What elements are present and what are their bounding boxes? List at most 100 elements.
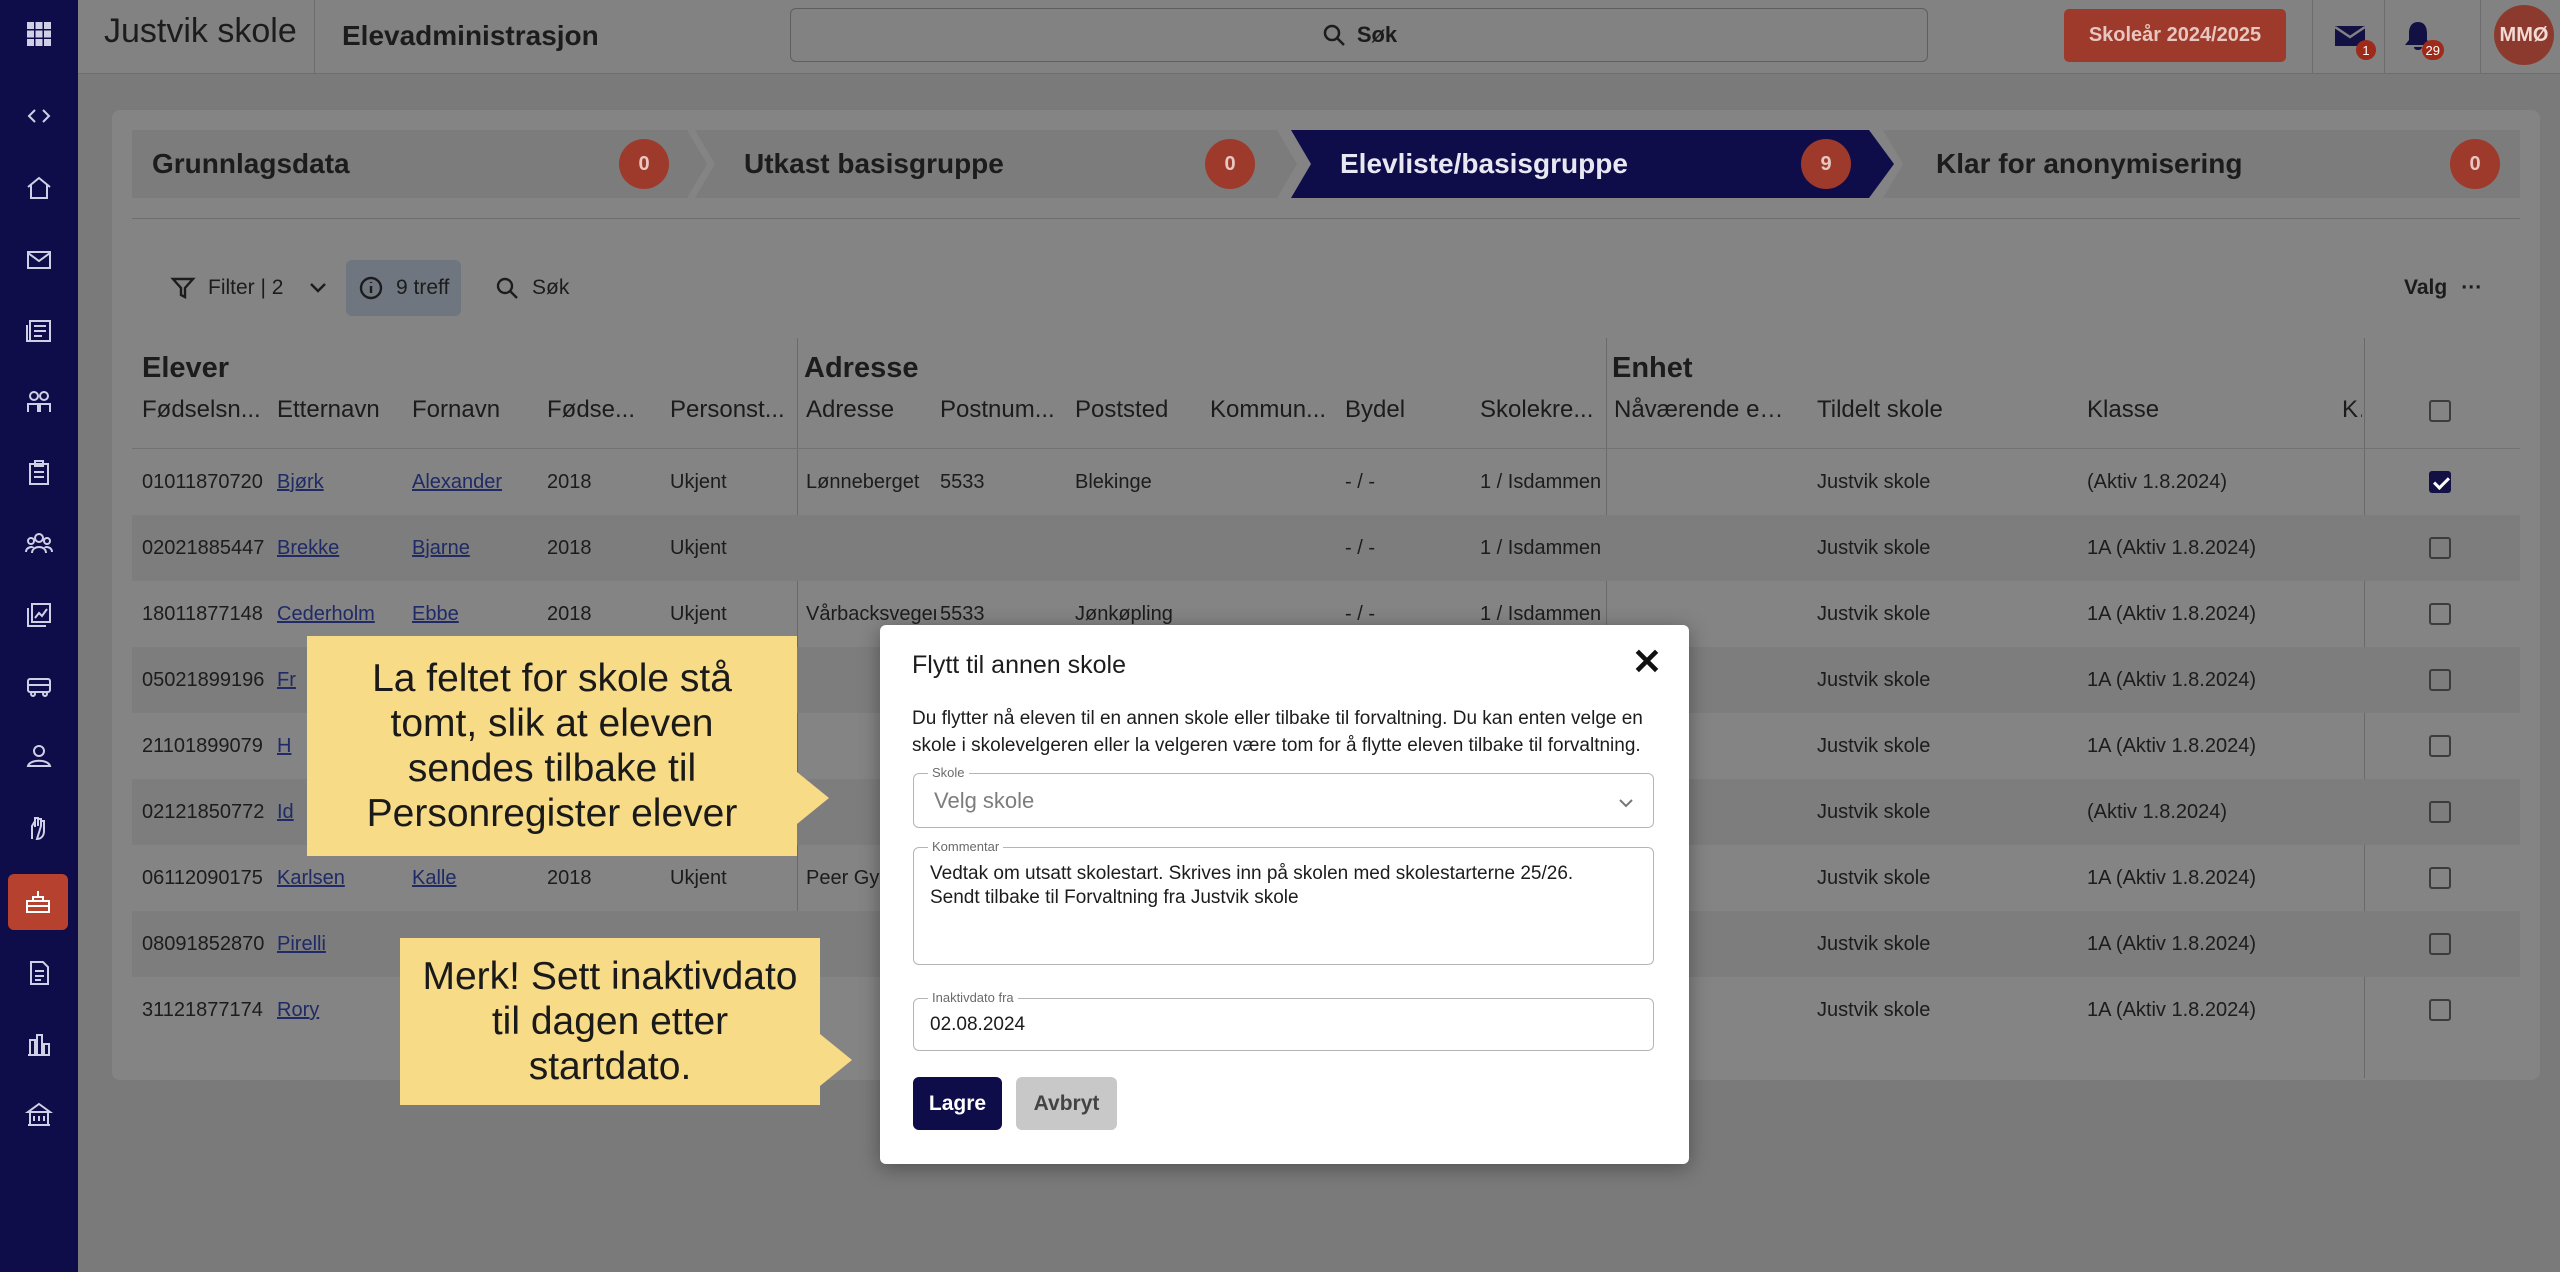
column-header[interactable]: Adresse [806,396,926,424]
cell-bydel: - / - [1345,471,1375,493]
document-icon[interactable] [19,953,59,993]
row-checkbox[interactable] [2429,933,2451,955]
cancel-button[interactable]: Avbryt [1016,1077,1117,1130]
step-grunnlagsdata[interactable]: Grunnlagsdata 0 [132,130,692,198]
dialog-title: Flytt til annen skole [912,651,1126,679]
row-checkbox[interactable] [2429,471,2451,493]
step-utkast-basisgruppe[interactable]: Utkast basisgruppe 0 [707,130,1287,198]
row-checkbox[interactable] [2429,537,2451,559]
column-header[interactable]: Skolekre... [1480,396,1600,424]
cell-etternavn[interactable]: Bjørk [277,449,402,515]
newspaper-icon[interactable] [19,311,59,351]
callout-text: La feltet for skole stå tomt, slik at el… [366,657,738,835]
comment-textarea[interactable]: Kommentar Vedtak om utsatt skolestart. S… [913,839,1654,965]
column-header[interactable]: Poststed [1075,396,1195,424]
callout-pointer [797,772,829,824]
grid-icon[interactable] [19,14,59,54]
cell-tildelt: Justvik skole [1817,537,1931,559]
table-row[interactable]: 01011870720 Bjørk Alexander 2018 Ukjent Lønne… [132,449,2520,515]
step-elevliste-basisgruppe[interactable]: Elevliste/basisgruppe 9 [1303,130,1883,198]
chevron-down-icon[interactable] [305,275,331,301]
column-header[interactable]: Fødselsn... [142,396,262,424]
close-icon[interactable]: ✕ [1628,643,1666,681]
hand-icon[interactable] [19,808,59,848]
group-icon[interactable] [19,524,59,564]
save-button[interactable]: Lagre [913,1077,1002,1130]
row-checkbox[interactable] [2429,999,2451,1021]
filter-button[interactable]: Filter | 2 [170,260,343,316]
divider [2384,0,2385,74]
school-icon[interactable] [8,874,68,930]
step-count-badge: 0 [1205,139,1255,189]
cell-tildelt: Justvik skole [1817,471,1931,493]
step-klar-for-anonymisering[interactable]: Klar for anonymisering 0 [1899,130,2519,198]
group-header-adresse: Adresse [804,352,919,384]
hits-indicator[interactable]: 9 treff [346,260,462,316]
inactive-date-field[interactable]: Inaktivdato fra 02.08.2024 [913,990,1654,1051]
column-header[interactable]: Ko [2342,396,2362,424]
mail-icon[interactable] [19,240,59,280]
row-checkbox[interactable] [2429,669,2451,691]
table-row[interactable]: 02021885447 Brekke Bjarne 2018 Ukjent - / - 1 … [132,515,2520,581]
cell-klasse: 1A (Aktiv 1.8.2024) [2087,867,2256,889]
column-header[interactable]: Fornavn [412,396,532,424]
cell-tildelt: Justvik skole [1817,933,1931,955]
step-label: Elevliste/basisgruppe [1340,148,1628,179]
group-header-enhet: Enhet [1612,352,1693,384]
column-header[interactable]: Bydel [1345,396,1465,424]
row-checkbox[interactable] [2429,603,2451,625]
school-year-button[interactable]: Skoleår 2024/2025 [2064,9,2286,62]
comment-text: Vedtak om utsatt skolestart. Skrives inn… [930,863,1574,908]
cell-etternavn[interactable]: Pirelli [277,911,402,977]
cell-klasse: 1A (Aktiv 1.8.2024) [2087,669,2256,691]
cell-klasse: 1A (Aktiv 1.8.2024) [2087,537,2256,559]
cell-fnr: 05021899196 [142,669,265,691]
bar-chart-icon[interactable] [19,1024,59,1064]
cell-adresse: Lønneberget [806,471,920,493]
avatar[interactable]: MMØ [2494,5,2554,65]
cell-tildelt: Justvik skole [1817,999,1931,1021]
school-select[interactable]: Skole Velg skole [913,765,1654,828]
row-checkbox[interactable] [2429,867,2451,889]
chart-card-icon[interactable] [19,595,59,635]
dialog-description: Du flytter nå eleven til en annen skole … [912,708,1643,756]
column-header[interactable]: Fødse... [547,396,647,424]
school-name[interactable]: Justvik skole [104,12,297,51]
vehicle-icon[interactable] [19,666,59,706]
top-bar: Justvik skole Elevadministrasjon Søk Sko… [78,0,2560,74]
column-header[interactable]: Tildelt skole [1817,396,2017,424]
options-label: Valg [2404,276,2448,299]
person-icon[interactable] [19,737,59,777]
cell-tildelt: Justvik skole [1817,867,1931,889]
cell-fornavn[interactable]: Alexander [412,449,537,515]
column-header[interactable]: Klasse [2087,396,2287,424]
clipboard-icon[interactable] [19,453,59,493]
select-all-checkbox[interactable] [2429,400,2451,422]
table-search-button[interactable]: Søk [494,260,569,316]
row-checkbox[interactable] [2429,735,2451,757]
column-header[interactable]: Nåværende en... [1614,396,1784,424]
global-search[interactable]: Søk [790,8,1928,62]
cell-fnr: 31121877174 [142,999,263,1021]
more-icon[interactable]: ··· [2461,276,2482,300]
cell-fornavn[interactable]: Bjarne [412,515,537,581]
options-button[interactable]: Valg ··· [2404,260,2482,316]
cell-etternavn[interactable]: Rory [277,977,402,1043]
column-header[interactable]: Postnum... [940,396,1060,424]
callout-text: Merk! Sett inaktivdato til dagen etter s… [422,955,798,1088]
people-icon[interactable] [19,382,59,422]
cell-kommune [1210,515,1330,581]
bell-icon[interactable]: 29 [2400,18,2444,60]
home-icon[interactable] [19,168,59,208]
mail-icon[interactable]: 1 [2332,18,2376,60]
cell-tildelt: Justvik skole [1817,735,1931,757]
row-checkbox[interactable] [2429,801,2451,823]
cell-klasse: 1A (Aktiv 1.8.2024) [2087,999,2256,1021]
column-header[interactable]: Personst... [670,396,790,424]
building-icon[interactable] [19,1095,59,1135]
cell-poststed: Blekinge [1075,471,1152,493]
column-header[interactable]: Etternavn [277,396,397,424]
expand-icon[interactable] [19,96,59,136]
cell-etternavn[interactable]: Brekke [277,515,402,581]
column-header[interactable]: Kommun... [1210,396,1330,424]
